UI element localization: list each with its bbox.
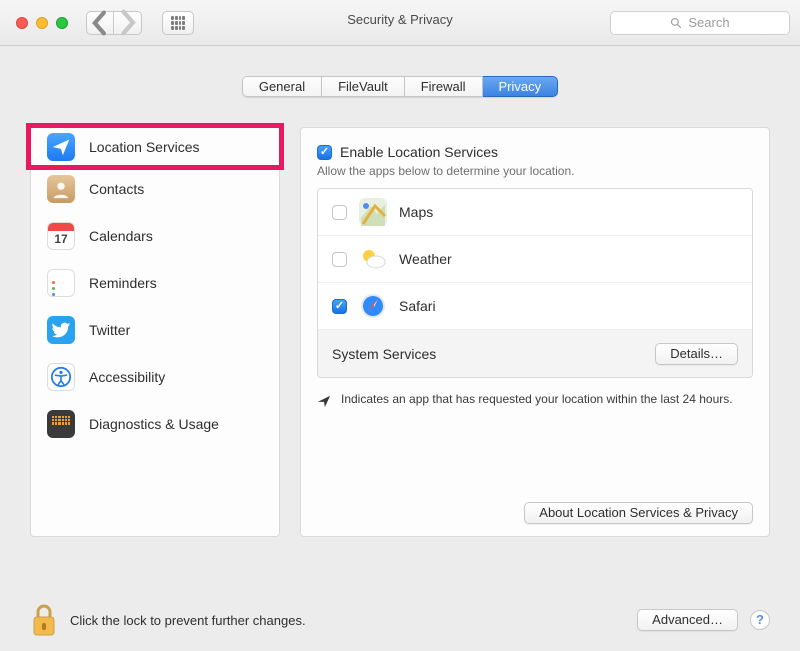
footer: Click the lock to prevent further change… <box>30 603 770 637</box>
tabs: General FileVault Firewall Privacy <box>30 46 770 97</box>
sidebar-item-contacts[interactable]: Contacts <box>31 165 279 212</box>
sidebar-item-label: Accessibility <box>89 369 165 385</box>
back-button[interactable] <box>86 11 114 35</box>
app-list: Maps Weather Safari S <box>317 188 753 378</box>
sidebar-item-twitter[interactable]: Twitter <box>31 306 279 353</box>
tab-privacy[interactable]: Privacy <box>483 76 559 97</box>
about-button[interactable]: About Location Services & Privacy <box>524 502 753 524</box>
tab-filevault[interactable]: FileVault <box>322 76 405 97</box>
app-row-weather: Weather <box>318 236 752 283</box>
sidebar-item-label: Diagnostics & Usage <box>89 416 219 432</box>
app-label: Weather <box>399 251 452 267</box>
sidebar-item-label: Location Services <box>89 139 200 155</box>
close-window-button[interactable] <box>16 17 28 29</box>
app-label: Safari <box>399 298 436 314</box>
window-controls <box>10 17 74 29</box>
lock-icon[interactable] <box>30 603 58 637</box>
window-body: General FileVault Firewall Privacy Locat… <box>0 46 800 651</box>
weather-icon <box>359 245 387 273</box>
sidebar-item-label: Reminders <box>89 275 157 291</box>
sidebar-item-reminders[interactable]: Reminders <box>31 259 279 306</box>
nav-buttons <box>86 11 142 35</box>
enable-location-label: Enable Location Services <box>340 144 498 160</box>
helper-text: Allow the apps below to determine your l… <box>317 164 753 178</box>
diagnostics-icon <box>47 410 75 438</box>
app-checkbox-weather[interactable] <box>332 252 347 267</box>
app-label: Maps <box>399 204 433 220</box>
reminders-icon <box>47 269 75 297</box>
app-row-maps: Maps <box>318 189 752 236</box>
minimize-window-button[interactable] <box>36 17 48 29</box>
location-arrow-icon <box>47 133 75 161</box>
system-services-label: System Services <box>332 346 436 362</box>
location-indicator-icon <box>317 392 333 411</box>
calendar-icon: 17 <box>47 222 75 250</box>
details-button[interactable]: Details… <box>655 343 738 365</box>
system-services-row: System Services Details… <box>318 330 752 377</box>
search-input[interactable]: Search <box>610 11 790 35</box>
sidebar-item-location-services[interactable]: Location Services <box>26 123 284 170</box>
main-panel: Enable Location Services Allow the apps … <box>300 127 770 537</box>
help-button[interactable]: ? <box>750 610 770 630</box>
sidebar-item-label: Twitter <box>89 322 130 338</box>
app-checkbox-safari[interactable] <box>332 299 347 314</box>
tab-general[interactable]: General <box>242 76 322 97</box>
lock-text: Click the lock to prevent further change… <box>70 613 306 628</box>
zoom-window-button[interactable] <box>56 17 68 29</box>
sidebar-item-label: Calendars <box>89 228 153 244</box>
maps-icon <box>359 198 387 226</box>
sidebar-item-calendars[interactable]: 17 Calendars <box>31 212 279 259</box>
privacy-sidebar: Location Services Contacts 17 Calendars <box>30 127 280 537</box>
accessibility-icon <box>47 363 75 391</box>
twitter-icon <box>47 316 75 344</box>
app-checkbox-maps[interactable] <box>332 205 347 220</box>
contacts-icon <box>47 175 75 203</box>
sidebar-item-accessibility[interactable]: Accessibility <box>31 353 279 400</box>
advanced-button[interactable]: Advanced… <box>637 609 738 631</box>
search-icon <box>670 17 682 29</box>
indicator-note: Indicates an app that has requested your… <box>317 392 753 411</box>
forward-button[interactable] <box>114 11 142 35</box>
indicator-text: Indicates an app that has requested your… <box>341 392 733 406</box>
sidebar-item-label: Contacts <box>89 181 144 197</box>
tab-firewall[interactable]: Firewall <box>405 76 483 97</box>
enable-location-row: Enable Location Services <box>317 144 753 160</box>
search-placeholder: Search <box>688 15 729 30</box>
app-row-safari: Safari <box>318 283 752 330</box>
grid-icon <box>171 16 185 30</box>
show-all-button[interactable] <box>162 11 194 35</box>
sidebar-item-diagnostics[interactable]: Diagnostics & Usage <box>31 400 279 447</box>
safari-icon <box>359 292 387 320</box>
enable-location-checkbox[interactable] <box>317 145 332 160</box>
titlebar: Security & Privacy Search <box>0 0 800 46</box>
